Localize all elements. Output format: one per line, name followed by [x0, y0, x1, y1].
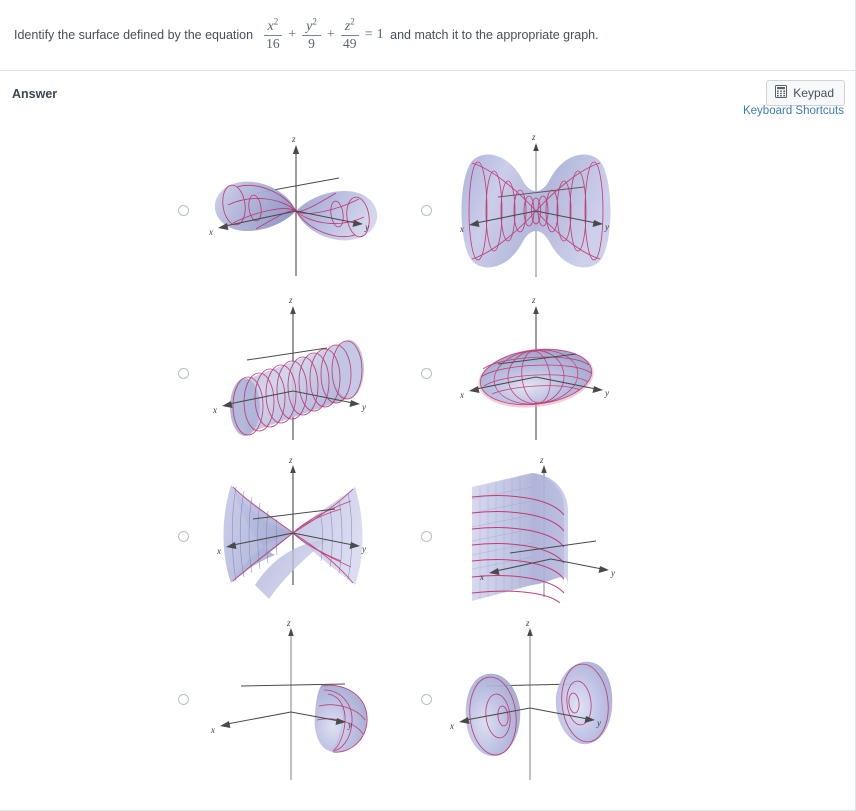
- question-panel: Identify the surface defined by the equa…: [0, 0, 855, 71]
- equation-operator-1: +: [288, 26, 297, 42]
- graph-hyperbolic-paraboloid: z x y: [193, 457, 408, 617]
- answer-choice-6[interactable]: z x y: [421, 455, 664, 618]
- axis-label-y-2: y: [604, 222, 609, 232]
- term-1-numerator: x2: [263, 17, 283, 36]
- axis-label-y-4: y: [604, 388, 609, 398]
- answer-choice-8[interactable]: z x y: [421, 618, 664, 781]
- equation: x2 16 + y2 9 + z2 49 = 1: [260, 17, 384, 51]
- answer-bar: Answer Keypad Keyboard Shortcuts: [0, 71, 855, 129]
- graph-elliptic-cone: z x y: [193, 131, 408, 291]
- term-2-numerator: y2: [302, 17, 321, 36]
- term-3-denominator: 49: [343, 35, 357, 51]
- axis-label-x-6: x: [479, 572, 484, 582]
- svg-text:z: z: [525, 620, 530, 628]
- svg-text:z: z: [531, 295, 536, 305]
- keyboard-shortcuts-link[interactable]: Keyboard Shortcuts: [743, 105, 844, 117]
- radio-button-4[interactable]: [421, 368, 432, 379]
- axis-label-x-1: x: [208, 227, 213, 237]
- graph-elliptic-paraboloid: z x y: [193, 620, 408, 780]
- axis-label-y-6: y: [610, 568, 615, 578]
- axis-label-y-5: y: [361, 544, 366, 554]
- radio-button-5[interactable]: [178, 531, 189, 542]
- graph-ellipsoid: z x y: [436, 294, 651, 454]
- equation-term-1: x2 16: [263, 17, 283, 51]
- answer-choices-group: z x y z x y z x y z x y z x y z x y z x …: [178, 129, 855, 781]
- radio-button-3[interactable]: [178, 368, 189, 379]
- graph-circular-cylinder: z x y: [193, 294, 408, 454]
- graph-hyperboloid-one-sheet: z x y: [436, 131, 651, 291]
- answer-choice-4[interactable]: z x y: [421, 292, 664, 455]
- radio-button-8[interactable]: [421, 694, 432, 705]
- keypad-button[interactable]: Keypad: [766, 80, 845, 106]
- axis-label-y-1: y: [364, 222, 369, 232]
- term-1-denominator: 16: [266, 35, 280, 51]
- axis-label-x-7: x: [210, 725, 215, 735]
- equation-term-3: z2 49: [340, 17, 359, 51]
- svg-text:z: z: [288, 295, 293, 305]
- term-3-numerator: z2: [340, 17, 359, 36]
- svg-text:z: z: [286, 620, 291, 628]
- equation-rhs: 1: [376, 26, 384, 42]
- axis-label-y-7: y: [347, 720, 352, 730]
- answer-choice-2[interactable]: z x y: [421, 129, 664, 292]
- equation-term-2: y2 9: [302, 17, 321, 51]
- calculator-icon: [775, 85, 788, 101]
- radio-button-7[interactable]: [178, 694, 189, 705]
- answer-label: Answer: [12, 87, 58, 101]
- term-2-denominator: 9: [308, 35, 315, 51]
- answer-choice-5[interactable]: z x y: [178, 455, 421, 618]
- equation-relation: =: [364, 26, 373, 42]
- question-text: Identify the surface defined by the equa…: [14, 17, 599, 51]
- equation-operator-2: +: [326, 26, 335, 42]
- graph-parabolic-cylinder: z x y: [436, 457, 651, 617]
- axis-label-x-5: x: [216, 546, 221, 556]
- axis-label-x-2: x: [459, 224, 464, 234]
- axis-label-y-3: y: [361, 402, 366, 412]
- axis-label-x-3: x: [212, 405, 217, 415]
- question-prefix: Identify the surface defined by the equa…: [14, 27, 257, 42]
- radio-button-2[interactable]: [421, 205, 432, 216]
- svg-text:z: z: [288, 457, 293, 465]
- answer-choice-1[interactable]: z x y: [178, 129, 421, 292]
- axis-label-x-4: x: [459, 390, 464, 400]
- answer-choice-3[interactable]: z x y: [178, 292, 421, 455]
- radio-button-6[interactable]: [421, 531, 432, 542]
- svg-text:z: z: [291, 134, 296, 144]
- svg-text:z: z: [531, 132, 536, 142]
- keypad-button-label: Keypad: [793, 86, 834, 100]
- radio-button-1[interactable]: [178, 205, 189, 216]
- answer-choice-7[interactable]: z x y: [178, 618, 421, 781]
- axis-label-y-8: y: [596, 718, 601, 728]
- question-page: Identify the surface defined by the equa…: [0, 0, 856, 811]
- axis-label-x-8: x: [449, 721, 454, 731]
- graph-hyperboloid-two-sheets: z x y: [436, 620, 651, 780]
- question-suffix: and match it to the appropriate graph.: [386, 27, 599, 42]
- svg-text:z: z: [539, 457, 544, 465]
